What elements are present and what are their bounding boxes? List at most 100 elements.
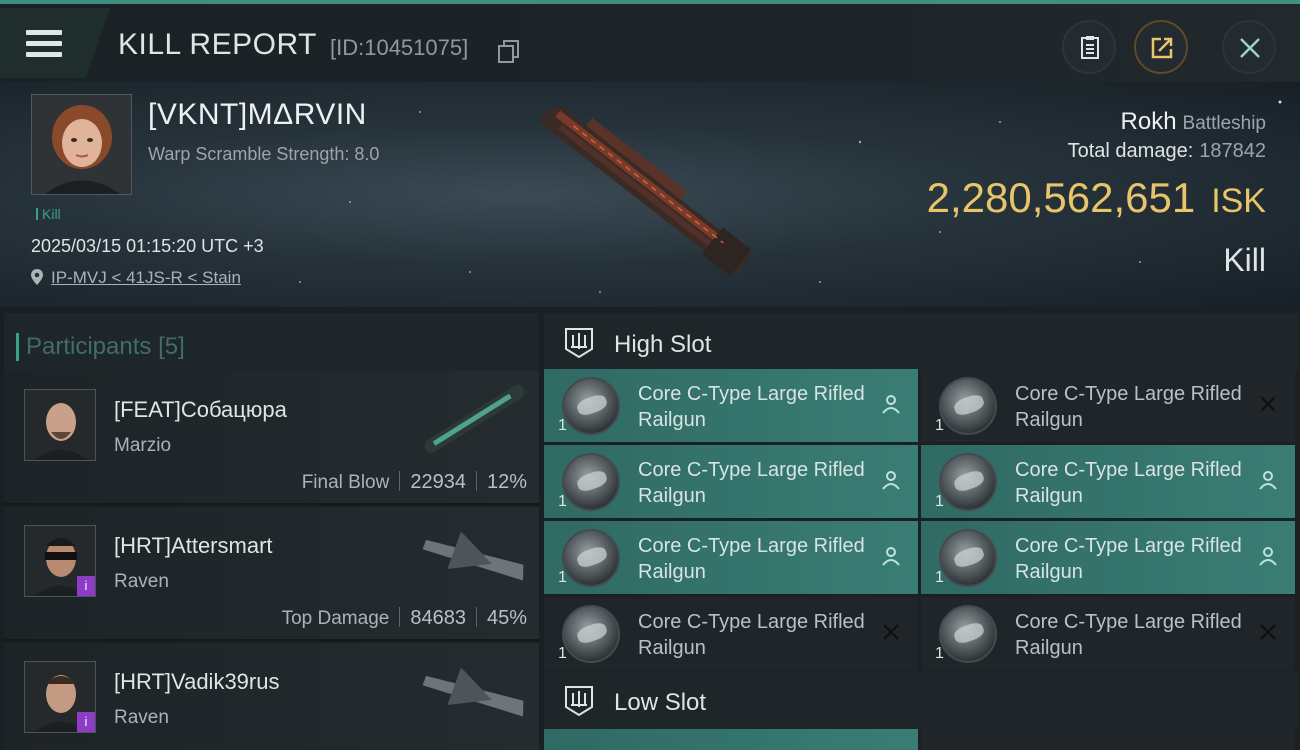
person-icon	[882, 395, 900, 414]
railgun-icon	[939, 605, 997, 663]
pilot-portrait-icon	[25, 390, 95, 460]
clipboard-button[interactable]	[1062, 20, 1116, 74]
location-link[interactable]: IP-MVJ < 41JS-R < Stain	[51, 268, 241, 287]
module-quantity: 1	[558, 417, 567, 434]
participant-ship: Marzio	[114, 435, 172, 456]
share-button[interactable]	[1134, 20, 1188, 74]
kill-tag: Kill	[36, 206, 61, 222]
module-tile[interactable]: 1 Core C-Type Large Rifled Railgun	[921, 597, 1295, 670]
module-tile[interactable]: 1 Core C-Type Large Rifled Railgun	[921, 445, 1295, 518]
participant-ship-image	[424, 385, 525, 453]
participant-name[interactable]: [HRT]Vadik39rus	[114, 669, 279, 695]
module-quantity: 1	[558, 645, 567, 662]
participant-percent: 45%	[486, 607, 527, 629]
railgun-icon	[939, 377, 997, 435]
module-tile[interactable]: 1 Core C-Type Large Rifled Railgun	[544, 521, 918, 594]
module-tile[interactable]: 1 Core C-Type Large Rifled Railgun	[544, 369, 918, 442]
participant-stats: Final Blow 22934 12%	[302, 471, 527, 494]
high-slot-header: High Slot	[544, 313, 1298, 371]
victim-avatar[interactable]	[31, 94, 132, 195]
participant-avatar[interactable]: i	[24, 661, 96, 733]
total-damage-value: 187842	[1199, 140, 1266, 162]
kill-result: Kill	[1223, 242, 1266, 278]
participant-stats: Top Damage 84683 45%	[282, 607, 527, 630]
ship-name[interactable]: Rokh	[1121, 108, 1177, 135]
participant-ship: Raven	[114, 707, 169, 728]
participant-ship: Raven	[114, 571, 169, 592]
module-quantity: 1	[935, 645, 944, 662]
railgun-icon	[562, 529, 620, 587]
module-tile[interactable]: 1 Core C-Type Large Rifled Railgun	[544, 597, 918, 670]
participant-damage: 22934	[410, 471, 466, 493]
warp-scramble-strength: Warp Scramble Strength: 8.0	[148, 144, 380, 164]
destroyed-x-icon	[883, 624, 899, 640]
close-button[interactable]	[1222, 20, 1276, 74]
participant-percent: 12%	[486, 471, 527, 493]
location-pin-icon	[31, 269, 43, 285]
person-icon	[1259, 547, 1277, 566]
participant-name[interactable]: [HRT]Attersmart	[114, 533, 273, 559]
participant-row[interactable]: i [HRT]Vadik39rus Raven	[4, 643, 539, 750]
isk-amount: 2,280,562,651	[926, 174, 1196, 221]
low-slot-module-partial[interactable]	[544, 729, 918, 750]
railgun-icon	[939, 453, 997, 511]
participants-header[interactable]: Participants [5]	[4, 313, 539, 371]
victim-ship-type: Rokh Battleship	[1121, 108, 1266, 136]
railgun-icon	[939, 529, 997, 587]
kill-datetime: 2025/03/15 01:15:20 UTC +3	[31, 236, 264, 256]
participants-panel: Participants [5] [FEAT]Собацюра Marzio F…	[0, 307, 540, 750]
module-tile[interactable]: 1 Core C-Type Large Rifled Railgun	[921, 521, 1295, 594]
participant-ship-image	[422, 531, 524, 581]
destroyed-x-icon	[1260, 396, 1276, 412]
clipboard-icon	[1081, 36, 1099, 59]
low-slot-icon	[565, 686, 593, 717]
module-name: Core C-Type Large Rifled Railgun	[1015, 459, 1242, 507]
victim-banner: [VKNT]MΔRVIN Warp Scramble Strength: 8.0…	[0, 82, 1300, 307]
participant-ship-image	[422, 667, 524, 717]
page-title: KILL REPORT	[118, 28, 317, 61]
module-name: Core C-Type Large Rifled Railgun	[1015, 383, 1242, 431]
module-name: Core C-Type Large Rifled Railgun	[638, 459, 865, 507]
victim-ship-image	[540, 108, 752, 277]
participant-damage: 84683	[410, 607, 466, 629]
share-icon	[1151, 37, 1173, 59]
victim-name[interactable]: [VKNT]MΔRVIN	[148, 98, 367, 132]
hamburger-menu-icon	[26, 30, 62, 58]
participant-row[interactable]: i [HRT]Attersmart Raven Top Damage 84683 4…	[4, 507, 539, 641]
top-bar: KILL REPORT [ID:10451075]	[0, 0, 1300, 82]
participant-name[interactable]: [FEAT]Собацюра	[114, 397, 287, 423]
participant-badge: i	[77, 712, 95, 732]
close-icon	[1240, 38, 1260, 58]
railgun-icon	[562, 605, 620, 663]
participant-role: Final Blow	[301, 472, 390, 493]
participant-row[interactable]: [FEAT]Собацюра Marzio Final Blow 22934 12%	[4, 371, 539, 505]
module-tile[interactable]: 1 Core C-Type Large Rifled Railgun	[921, 369, 1295, 442]
report-id: [ID:10451075]	[330, 35, 469, 60]
module-quantity: 1	[558, 493, 567, 510]
module-name: Core C-Type Large Rifled Railgun	[638, 383, 865, 431]
module-tile[interactable]: 1 Core C-Type Large Rifled Railgun	[544, 445, 918, 518]
module-name: Core C-Type Large Rifled Railgun	[1015, 535, 1242, 583]
module-name: Core C-Type Large Rifled Railgun	[638, 535, 865, 583]
total-damage: Total damage: 187842	[1068, 140, 1266, 163]
railgun-icon	[562, 377, 620, 435]
ship-class: Battleship	[1182, 113, 1266, 134]
participant-badge: i	[77, 576, 95, 596]
low-slot-module-partial[interactable]	[921, 729, 1295, 750]
kill-location[interactable]: IP-MVJ < 41JS-R < Stain	[31, 268, 241, 288]
module-quantity: 1	[935, 569, 944, 586]
participant-avatar[interactable]: i	[24, 525, 96, 597]
person-icon	[882, 547, 900, 566]
person-icon	[1259, 471, 1277, 490]
railgun-icon	[562, 453, 620, 511]
low-slot-header: Low Slot	[544, 671, 1298, 729]
participant-avatar[interactable]	[24, 389, 96, 461]
menu-button[interactable]	[0, 8, 110, 78]
module-name: Core C-Type Large Rifled Railgun	[1015, 611, 1242, 659]
copy-icon[interactable]	[498, 40, 519, 63]
module-quantity: 1	[935, 417, 944, 434]
low-slot-label: Low Slot	[614, 689, 707, 716]
high-slot-icon	[565, 328, 593, 359]
participants-label: Participants	[26, 333, 152, 360]
participant-role: Top Damage	[281, 608, 390, 629]
